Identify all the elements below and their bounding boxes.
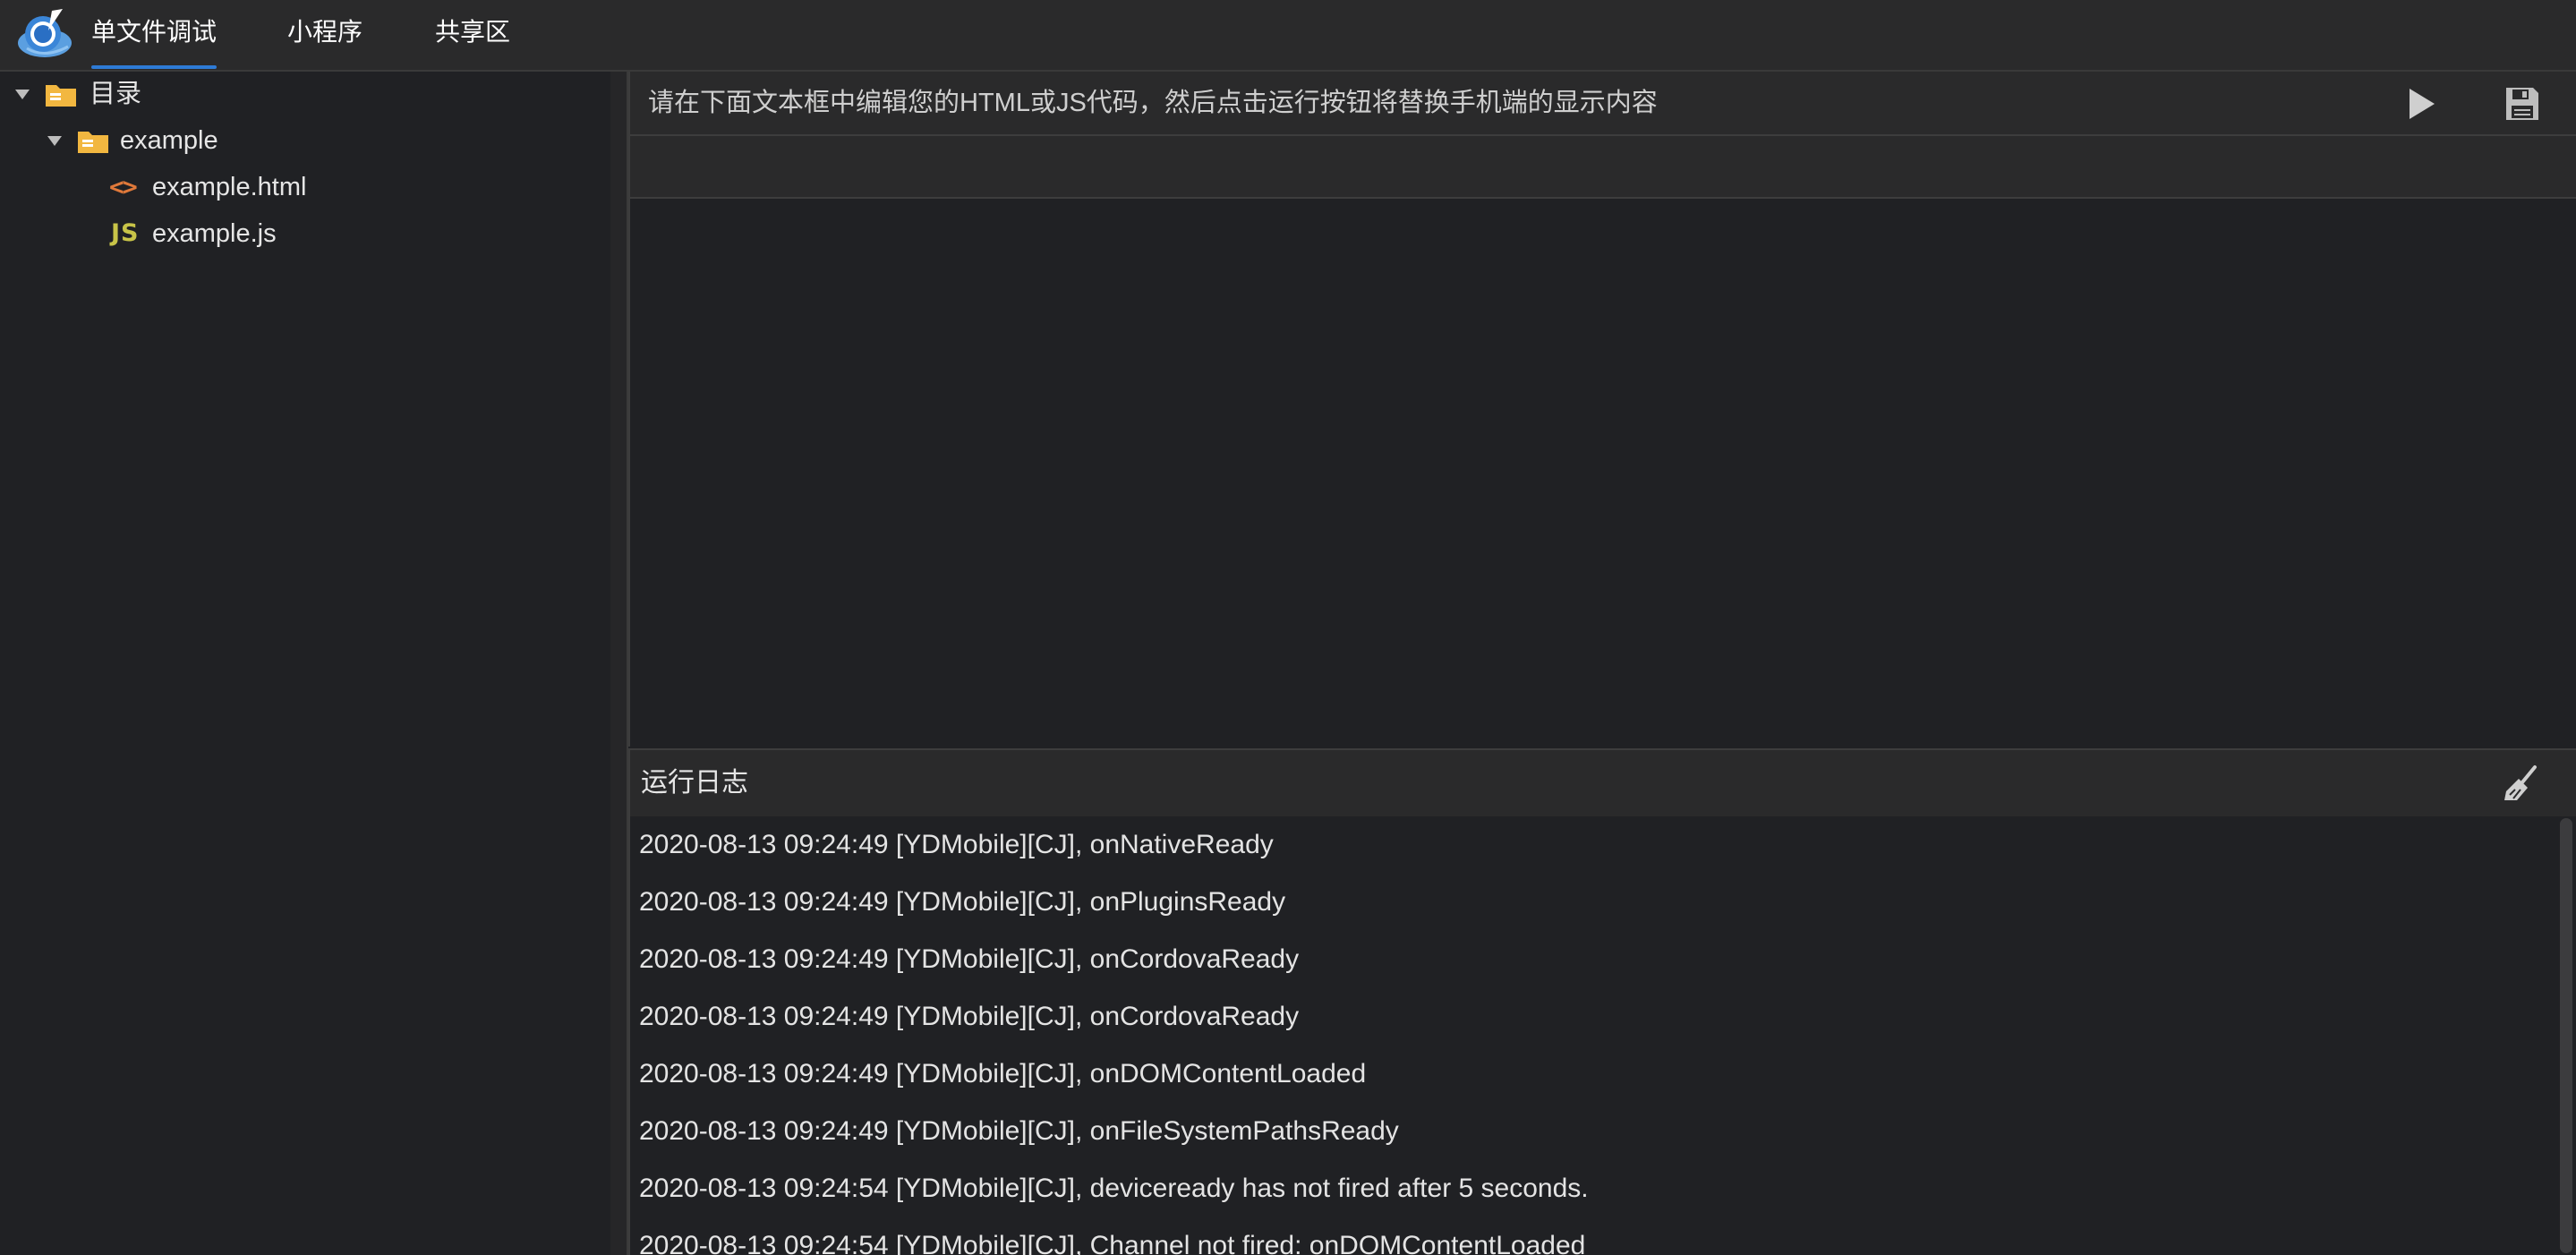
tree-item-root[interactable]: 目录 [0,72,610,116]
sidebar-resize-handle[interactable] [610,72,628,1255]
tab-shared-area[interactable]: 共享区 [435,0,510,70]
top-navigation-bar: 单文件调试 小程序 共享区 [0,0,2576,72]
log-line: 2020-08-13 09:24:49 [YDMobile][CJ], onDO… [639,1059,1367,1089]
tab-mini-program[interactable]: 小程序 [287,0,363,70]
editor-hint-text: 请在下面文本框中编辑您的HTML或JS代码，然后点击运行按钮将替换手机端的显示内… [648,89,1658,117]
tree-item-example-html[interactable]: <> example.html [0,165,610,209]
log-line: 2020-08-13 09:24:49 [YDMobile][CJ], onPl… [639,887,1286,917]
code-editor-area[interactable] [628,199,2576,747]
app-logo-icon [18,9,72,57]
log-scrollbar[interactable] [2558,816,2576,1255]
editor-toolbar: 请在下面文本框中编辑您的HTML或JS代码，然后点击运行按钮将替换手机端的显示内… [628,72,2576,136]
js-file-icon: JS [111,219,140,247]
folder-icon [78,132,108,153]
log-line: 2020-08-13 09:24:54 [YDMobile][CJ], Chan… [639,1231,1586,1255]
folder-icon [46,85,76,107]
broom-icon[interactable] [2501,764,2540,804]
expand-caret-icon[interactable] [15,90,30,99]
save-icon[interactable] [2504,86,2540,122]
editor-secondary-bar [628,136,2576,199]
log-line: 2020-08-13 09:24:54 [YDMobile][CJ], devi… [639,1174,1589,1203]
file-tree-sidebar: 目录 example <> example.html JS example.js [0,72,610,1255]
tab-single-file-debug[interactable]: 单文件调试 [91,0,218,70]
tree-item-label: example [120,126,218,155]
tree-item-label: example.js [152,219,277,248]
tree-item-label: example.html [152,173,307,201]
log-scrollbar-thumb[interactable] [2560,818,2572,1253]
tree-item-example-js[interactable]: JS example.js [0,211,610,256]
log-header: 运行日志 [628,748,2576,818]
log-output: 2020-08-13 09:24:49 [YDMobile][CJ], onNa… [628,816,2558,1255]
play-icon[interactable] [2404,86,2438,122]
log-line: 2020-08-13 09:24:49 [YDMobile][CJ], onCo… [639,944,1300,974]
log-line: 2020-08-13 09:24:49 [YDMobile][CJ], onNa… [639,830,1274,859]
tree-item-label: 目录 [90,80,142,108]
html-file-icon: <> [109,172,138,201]
log-title: 运行日志 [641,768,748,798]
log-line: 2020-08-13 09:24:49 [YDMobile][CJ], onFi… [639,1116,1399,1146]
tree-item-example-folder[interactable]: example [0,118,610,163]
expand-caret-icon[interactable] [47,136,62,146]
log-line: 2020-08-13 09:24:49 [YDMobile][CJ], onCo… [639,1002,1300,1031]
